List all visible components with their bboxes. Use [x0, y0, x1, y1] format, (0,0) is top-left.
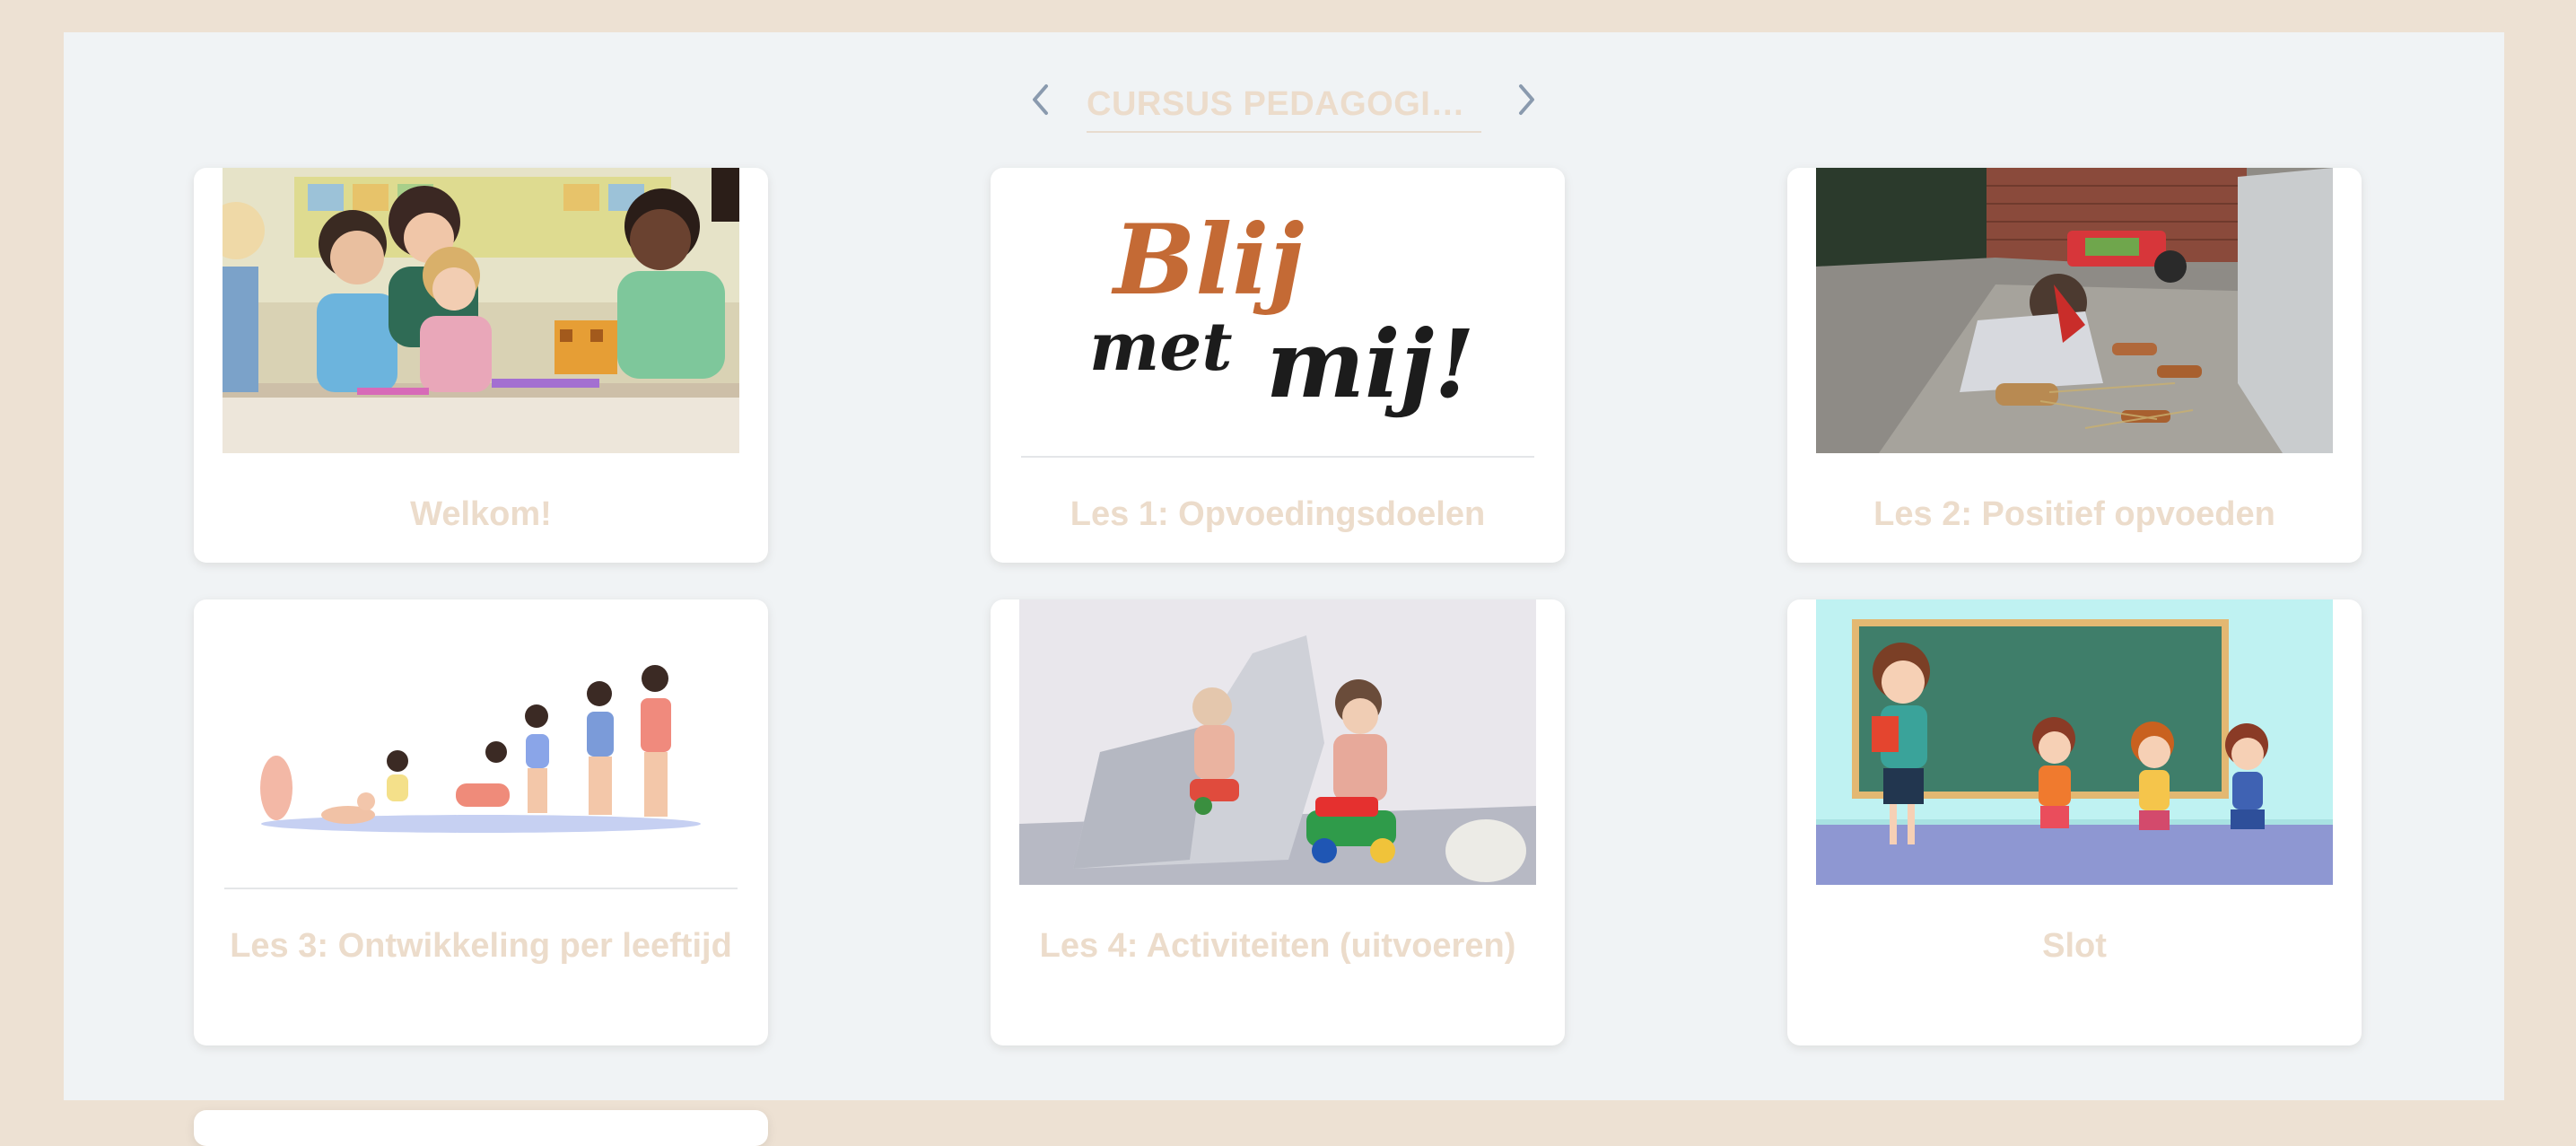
teacher-and-kids-illustration — [1816, 599, 2333, 885]
classroom-children-photo — [223, 168, 739, 453]
logo-word-blij: Blij — [1111, 204, 1304, 317]
lesson-title: Welkom! — [410, 495, 552, 533]
child-playing-outdoors-photo — [1816, 168, 2333, 453]
child-growth-stages-illustration — [223, 599, 739, 885]
logo-word-met: met — [1089, 309, 1233, 386]
toddlers-playing-photo — [1019, 599, 1536, 885]
lesson-card-partial[interactable] — [194, 1110, 768, 1146]
lesson-card-les-1[interactable]: Blij met mij! Les 1: Opvoedingsdoelen — [991, 168, 1565, 563]
lesson-card-les-3[interactable]: Les 3: Ontwikkeling per leeftijd — [194, 599, 768, 1045]
card-divider — [224, 888, 738, 889]
course-title[interactable]: CURSUS PEDAGOGIE... — [1087, 77, 1481, 133]
lesson-card-slot[interactable]: Slot — [1787, 599, 2362, 1045]
logo-word-mij: mij! — [1266, 309, 1475, 419]
lesson-title: Les 4: Activiteiten (uitvoeren) — [1039, 927, 1516, 965]
lesson-card-les-4[interactable]: Les 4: Activiteiten (uitvoeren) — [991, 599, 1565, 1045]
chevron-right-icon — [1519, 84, 1534, 115]
blij-met-mij-logo: Blij met mij! — [1019, 168, 1536, 453]
previous-course-button[interactable] — [1023, 77, 1059, 122]
card-divider — [1021, 456, 1534, 458]
course-header: CURSUS PEDAGOGIE... — [64, 32, 2504, 167]
lesson-title: Slot — [2042, 927, 2107, 965]
lesson-title: Les 3: Ontwikkeling per leeftijd — [230, 927, 732, 965]
lesson-card-welkom[interactable]: Welkom! — [194, 168, 768, 563]
course-panel: CURSUS PEDAGOGIE... Welkom! Blij met mij… — [64, 32, 2504, 1146]
next-course-button[interactable] — [1508, 77, 1544, 122]
lesson-card-les-2[interactable]: Les 2: Positief opvoeden — [1787, 168, 2362, 563]
lesson-title: Les 2: Positief opvoeden — [1873, 495, 2275, 533]
lesson-title: Les 1: Opvoedingsdoelen — [1070, 495, 1486, 533]
chevron-left-icon — [1033, 84, 1048, 115]
